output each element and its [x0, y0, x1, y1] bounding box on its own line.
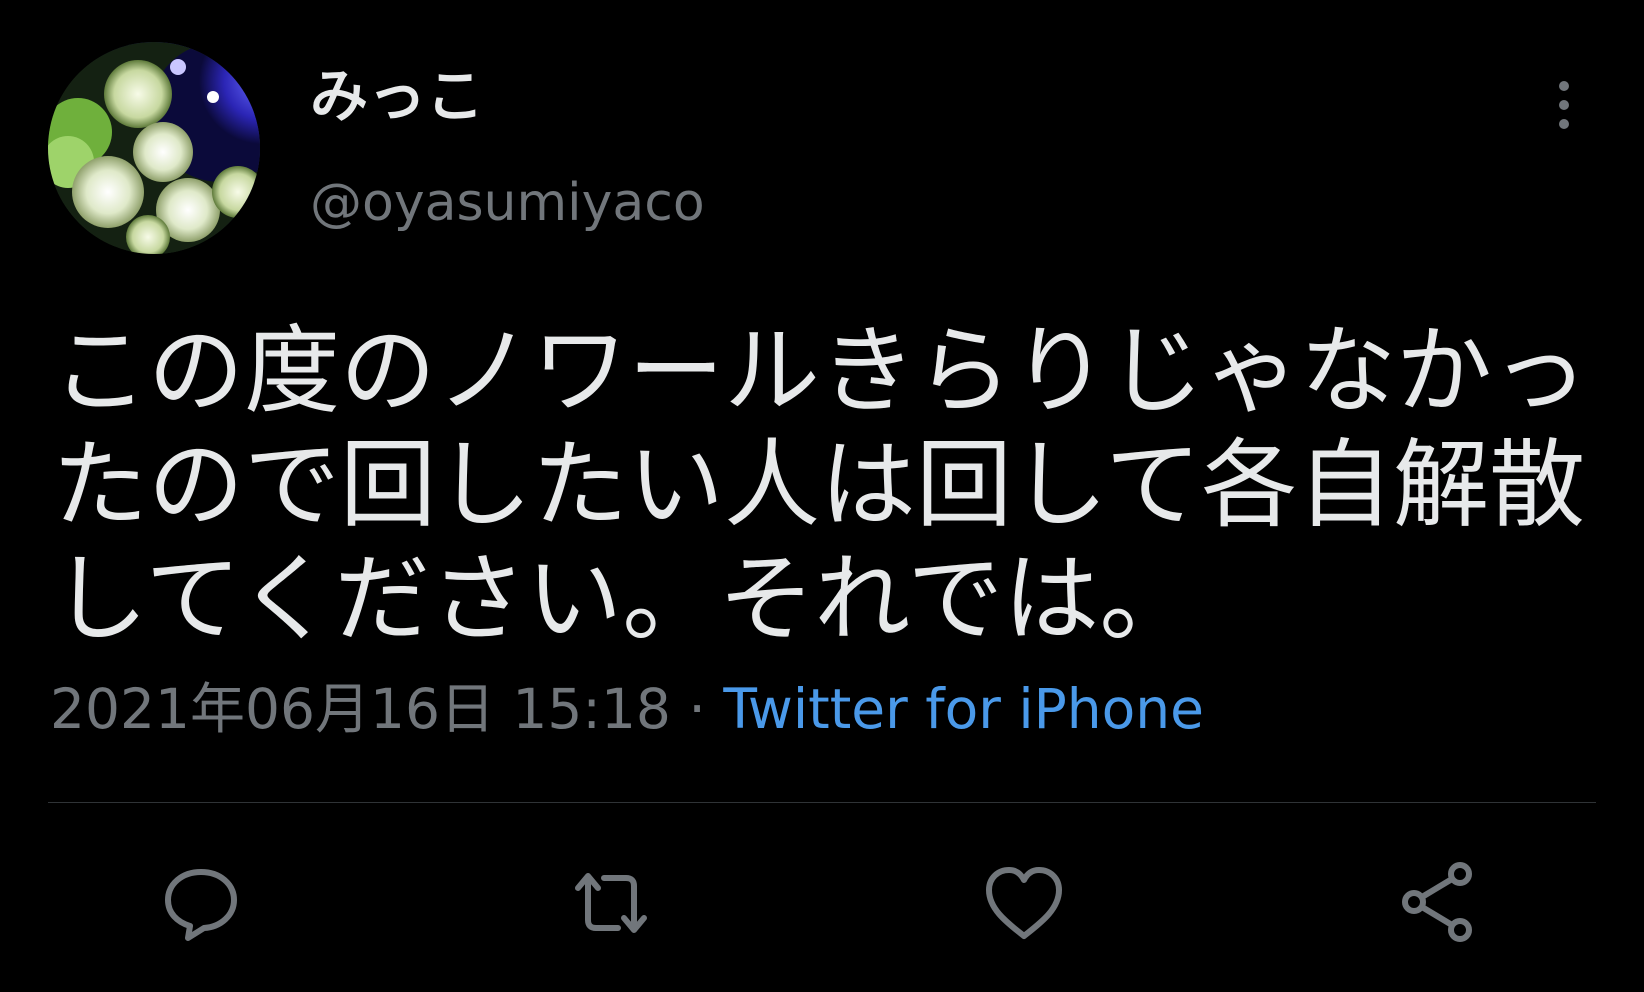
- divider: [48, 802, 1596, 803]
- avatar[interactable]: [48, 42, 260, 254]
- retweet-icon: [575, 873, 647, 933]
- user-handle[interactable]: @oyasumiyaco: [310, 172, 705, 234]
- tweet-detail: みっこ @oyasumiyaco この度のノワールきらりじゃなかったので回したい…: [0, 0, 1644, 992]
- heart-icon: [986, 867, 1062, 939]
- like-button[interactable]: [979, 858, 1069, 948]
- reply-icon: [165, 869, 237, 941]
- action-bar: [0, 858, 1644, 958]
- share-icon: [1402, 862, 1472, 942]
- more-vertical-icon-dot: [1559, 100, 1569, 110]
- more-vertical-icon-dot: [1559, 119, 1569, 129]
- more-options-button[interactable]: [1544, 70, 1584, 140]
- tweet-timestamp[interactable]: 2021年06月16日 15:18: [50, 677, 671, 741]
- retweet-button[interactable]: [566, 858, 656, 948]
- avatar-image: [48, 42, 260, 254]
- tweet-text: この度のノワールきらりじゃなかったので回したい人は回して各自解散してください。そ…: [52, 315, 1588, 655]
- tweet-meta: 2021年06月16日 15:18 · Twitter for iPhone: [50, 676, 1204, 742]
- reply-button[interactable]: [156, 858, 246, 948]
- more-vertical-icon: [1559, 81, 1569, 91]
- share-button[interactable]: [1394, 858, 1484, 948]
- tweet-source-link[interactable]: Twitter for iPhone: [723, 677, 1204, 741]
- display-name[interactable]: みっこ: [310, 62, 484, 132]
- meta-separator: ·: [670, 677, 724, 741]
